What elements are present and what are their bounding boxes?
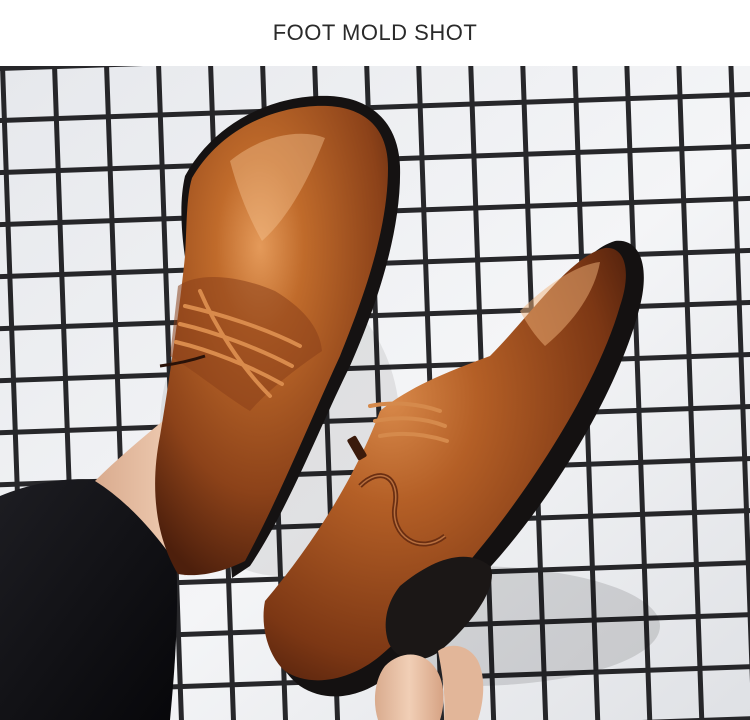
shoe-photo-illustration xyxy=(0,66,750,720)
section-title: FOOT MOLD SHOT xyxy=(272,20,478,45)
section-header: FOOT MOLD SHOT xyxy=(0,0,750,66)
product-photo xyxy=(0,66,750,720)
product-detail-section: FOOT MOLD SHOT xyxy=(0,0,750,720)
